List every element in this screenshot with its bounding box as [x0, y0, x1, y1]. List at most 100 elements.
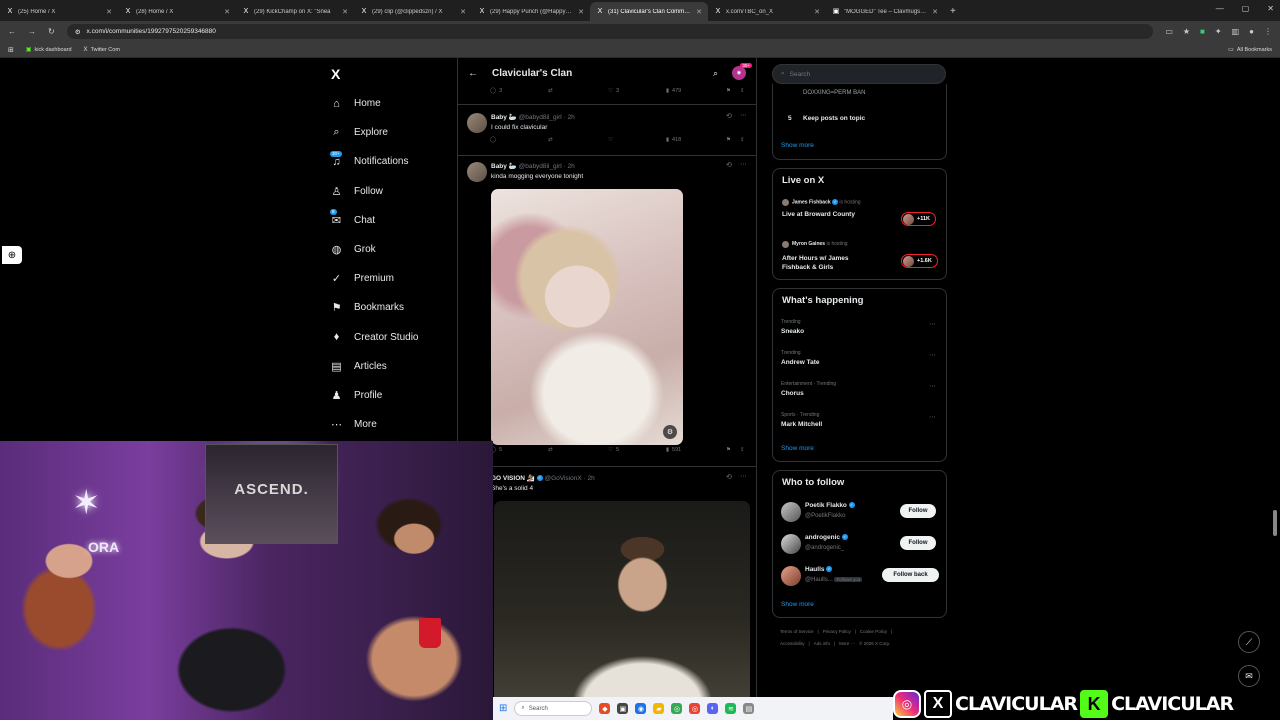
taskbar-app-icon[interactable]: ◆	[599, 703, 611, 714]
footer-link[interactable]: Ads info	[814, 641, 830, 646]
new-tab-button[interactable]: +	[944, 2, 962, 21]
browser-tab[interactable]: X (31) Clavicular's Clan Communi ✕	[590, 2, 708, 21]
chrome-icon[interactable]: ◎	[689, 703, 701, 714]
split-icon[interactable]: ▥	[1232, 27, 1240, 36]
browser-tab[interactable]: X (29) KickChamp on X: "Snea ✕	[236, 2, 354, 21]
nav-item-creator-studio[interactable]: ♦ Creator Studio	[330, 323, 455, 352]
show-more-link[interactable]: Show more	[781, 142, 814, 149]
forward-arrow-icon[interactable]: →	[28, 27, 36, 36]
footer-link[interactable]: © 2026 X Corp.	[859, 641, 890, 646]
trend-topic[interactable]: Chorus	[781, 390, 804, 397]
share-button[interactable]: ⇪	[740, 137, 745, 143]
bookmark-button[interactable]: ⚑	[726, 137, 731, 143]
puzzle-icon[interactable]: ✦	[1215, 27, 1222, 36]
bookmark-button[interactable]: ⚑	[726, 88, 731, 94]
more-options-icon[interactable]: ⋯	[740, 472, 747, 480]
more-options-icon[interactable]: ⋯	[740, 111, 747, 119]
close-tab-icon[interactable]: ✕	[460, 8, 466, 16]
browser-tab[interactable]: X (29) Happy Punch (@HappyPun ✕	[472, 2, 590, 21]
reply-button[interactable]: ◯ 3	[490, 88, 502, 94]
close-tab-icon[interactable]: ✕	[814, 8, 820, 16]
bookmark-kick[interactable]: ▣ kick dashboard	[26, 46, 72, 54]
chrome-menu-icon[interactable]: ⋮	[1264, 27, 1272, 36]
extension-icon[interactable]: ■	[1200, 27, 1205, 36]
share-button[interactable]: ⇪	[740, 447, 745, 453]
messages-float-icon[interactable]: ✉	[1238, 665, 1260, 687]
search-input[interactable]: ⌕ Search	[772, 64, 946, 84]
avatar[interactable]	[467, 113, 487, 133]
close-tab-icon[interactable]: ✕	[578, 8, 584, 16]
live-title[interactable]: Live at Broward County	[782, 211, 855, 218]
trend-topic[interactable]: Sneako	[781, 328, 804, 335]
grok-float-icon[interactable]: ⟋	[1238, 631, 1260, 653]
footer-link[interactable]: Privacy Policy	[823, 629, 851, 634]
back-arrow-icon[interactable]: ←	[468, 68, 478, 79]
grok-icon[interactable]: ⟲	[726, 112, 732, 120]
nav-item-profile[interactable]: ♟ Profile	[330, 381, 455, 410]
back-arrow-icon[interactable]: ←	[8, 27, 16, 36]
follow-back-button[interactable]: Follow back	[882, 568, 939, 582]
repost-button[interactable]: ⇄	[548, 447, 553, 453]
nav-item-grok[interactable]: ◍ Grok	[330, 235, 455, 264]
footer-link[interactable]: Terms of Service	[780, 629, 814, 634]
all-bookmarks[interactable]: ▭ All Bookmarks	[1228, 46, 1272, 54]
post-author[interactable]: Baby 🦢 @babyd8il_girl · 2h	[491, 162, 575, 170]
post-author[interactable]: GO VISION 🏂 ✓ @GoVisionX · 2h	[491, 474, 595, 482]
nav-item-premium[interactable]: ✓ Premium	[330, 264, 455, 293]
task-view-icon[interactable]: ▣	[617, 703, 629, 714]
post[interactable]: Baby 🦢 @babyd8il_girl · 2h ⟲ ⋯ kinda mog…	[458, 156, 756, 467]
minimize-icon[interactable]: —	[1216, 4, 1224, 13]
search-icon[interactable]: ⌕	[713, 68, 718, 79]
post-image[interactable]: ⚙	[491, 189, 683, 445]
like-button[interactable]: ♡ 5	[608, 447, 619, 453]
close-tab-icon[interactable]: ✕	[342, 8, 348, 16]
follow-button[interactable]: Follow	[900, 504, 936, 518]
bookmark-button[interactable]: ⚑	[726, 447, 731, 453]
taskbar-app-icon[interactable]: ▤	[743, 703, 755, 714]
avatar[interactable]	[781, 534, 801, 554]
taskbar-search[interactable]: ⌕ Search	[514, 701, 593, 716]
profile-avatar[interactable]: ●	[1249, 27, 1254, 36]
nav-item-chat[interactable]: ✉ 8 Chat	[330, 206, 455, 235]
nav-item-bookmarks[interactable]: ⚑ Bookmarks	[330, 293, 455, 322]
footer-link[interactable]: Accessibility	[780, 641, 805, 646]
more-options-icon[interactable]: ⋯	[929, 382, 936, 390]
post[interactable]: ◯ 3 ⇄ ♡ 3 ▮ 479 ⚑ ⇪	[458, 87, 756, 105]
spotify-icon[interactable]: ≋	[725, 703, 737, 714]
apps-grid-icon[interactable]: ⊞	[8, 46, 14, 54]
more-options-icon[interactable]: ⋯	[929, 413, 936, 421]
scrollbar-thumb[interactable]	[1273, 510, 1277, 536]
show-more-link[interactable]: Show more	[781, 445, 814, 452]
views-button[interactable]: ▮ 479	[666, 88, 681, 94]
trend-topic[interactable]: Andrew Tate	[781, 359, 820, 366]
close-window-icon[interactable]: ✕	[1267, 4, 1274, 13]
zoom-lens-icon[interactable]: ⊕	[2, 246, 22, 264]
views-button[interactable]: ▮ 418	[666, 137, 681, 143]
live-listeners-pill[interactable]: +1.6K	[901, 254, 938, 268]
reload-icon[interactable]: ↻	[48, 27, 55, 36]
discord-icon[interactable]: ◐	[707, 703, 719, 714]
url-field[interactable]: ⚙ x.com/i/communities/199279752025934688…	[66, 24, 1154, 39]
repost-button[interactable]: ⇄	[548, 137, 553, 143]
post-image[interactable]	[494, 501, 750, 720]
post-author[interactable]: Baby 🦢 @babyd8il_girl · 2h	[491, 113, 575, 121]
windows-start-icon[interactable]: ⊞	[499, 703, 507, 714]
like-button[interactable]: ♡ 3	[608, 88, 619, 94]
more-options-icon[interactable]: ⋯	[929, 351, 936, 359]
more-options-icon[interactable]: ⋯	[929, 320, 936, 328]
maximize-icon[interactable]: ▢	[1242, 4, 1250, 13]
avatar[interactable]	[781, 502, 801, 522]
edge-icon[interactable]: ◉	[635, 703, 647, 714]
post[interactable]: Baby 🦢 @babyd8il_girl · 2h ⟲ ⋯ I could f…	[458, 106, 756, 156]
follow-button[interactable]: Follow	[900, 536, 936, 550]
grok-icon[interactable]: ⟲	[726, 473, 732, 481]
avatar[interactable]	[467, 162, 487, 182]
community-members-avatar[interactable]: ◉ 30+	[732, 63, 752, 80]
file-explorer-icon[interactable]: ▰	[653, 703, 665, 714]
browser-tab[interactable]: Xx.com/TBC_on_X ✕	[708, 2, 826, 21]
share-button[interactable]: ⇪	[740, 88, 745, 94]
nav-item-home[interactable]: ⌂ Home	[330, 89, 455, 118]
show-more-link[interactable]: Show more	[781, 601, 814, 608]
nav-item-follow[interactable]: ♙ Follow	[330, 177, 455, 206]
close-tab-icon[interactable]: ✕	[696, 8, 702, 16]
